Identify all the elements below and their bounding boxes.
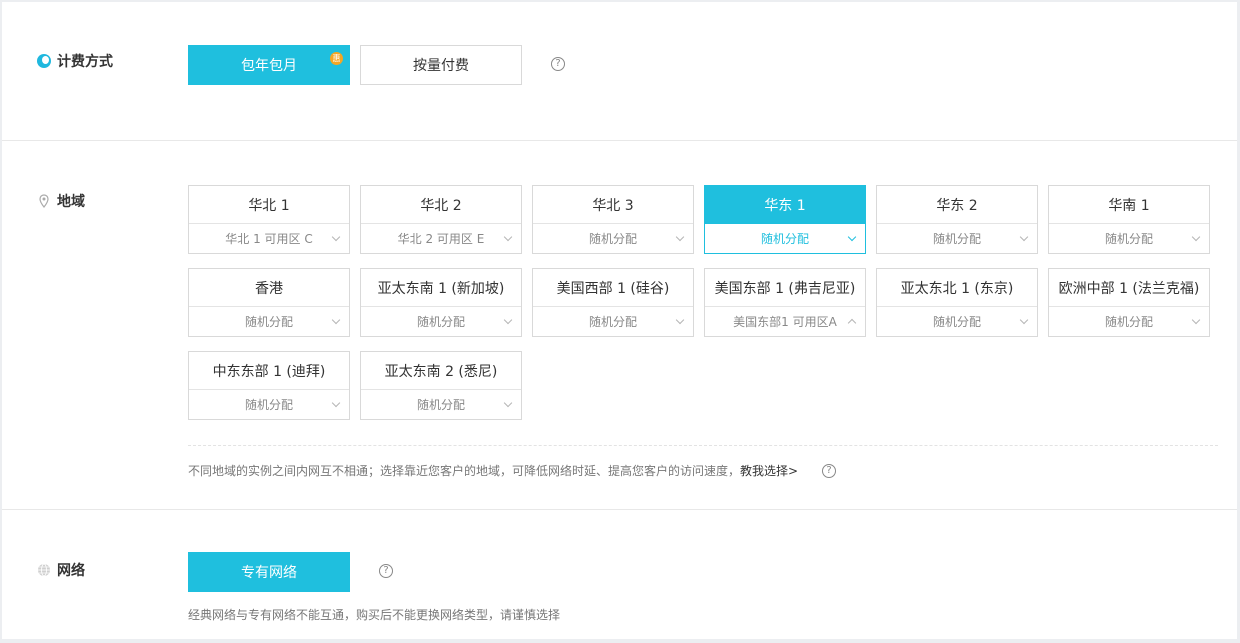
zone-select[interactable]: 随机分配 — [361, 390, 521, 419]
chevron-down-icon — [503, 232, 513, 242]
region-card[interactable]: 亚太东南 1 (新加坡) 随机分配 — [360, 268, 522, 337]
zone-select-value: 随机分配 — [244, 398, 293, 412]
chevron-down-icon — [503, 315, 513, 325]
region-name[interactable]: 华北 3 — [533, 186, 693, 224]
chevron-down-icon — [675, 315, 685, 325]
chevron-down-icon — [1019, 232, 1029, 242]
region-name[interactable]: 亚太东北 1 (东京) — [877, 269, 1037, 307]
region-card[interactable]: 华北 1 华北 1 可用区 C — [188, 185, 350, 254]
region-name[interactable]: 华北 2 — [361, 186, 521, 224]
chevron-down-icon — [1191, 315, 1201, 325]
region-section: 地域 华北 1 华北 1 可用区 C 华北 2 华北 2 可用区 E 华北 3 随机分配华… — [2, 142, 1237, 510]
zone-select[interactable]: 华北 1 可用区 C — [189, 224, 349, 253]
network-help-icon[interactable]: ? — [379, 564, 393, 578]
zone-select[interactable]: 随机分配 — [877, 224, 1037, 253]
region-name[interactable]: 香港 — [189, 269, 349, 307]
region-card[interactable]: 华东 2 随机分配 — [876, 185, 1038, 254]
region-name[interactable]: 华东 2 — [877, 186, 1037, 224]
zone-select[interactable]: 随机分配 — [1049, 307, 1209, 336]
zone-select-value: 美国东部1 可用区A — [733, 315, 837, 329]
billing-option-pay-as-you-go[interactable]: 按量付费 — [360, 45, 522, 85]
zone-select[interactable]: 华北 2 可用区 E — [361, 224, 521, 253]
region-name[interactable]: 美国西部 1 (硅谷) — [533, 269, 693, 307]
region-note-text: 不同地域的实例之间内网互不相通；选择靠近您客户的地域，可降低网络时延、提高您客户… — [188, 464, 741, 478]
zone-select-value: 随机分配 — [244, 315, 293, 329]
region-name[interactable]: 美国东部 1 (弗吉尼亚) — [705, 269, 865, 307]
region-name[interactable]: 华北 1 — [189, 186, 349, 224]
chevron-down-icon — [331, 232, 341, 242]
network-label-text: 网络 — [57, 563, 85, 579]
chevron-down-icon — [331, 398, 341, 408]
zone-select-value: 随机分配 — [416, 398, 465, 412]
zone-select-value: 随机分配 — [588, 232, 637, 246]
billing-section: 计费方式 包年包月 惠 按量付费 ? — [2, 2, 1237, 141]
region-name[interactable]: 华南 1 — [1049, 186, 1209, 224]
location-pin-icon — [37, 194, 51, 208]
globe-icon — [37, 563, 51, 577]
region-card[interactable]: 华北 3 随机分配 — [532, 185, 694, 254]
region-card[interactable]: 欧洲中部 1 (法兰克福) 随机分配 — [1048, 268, 1210, 337]
zone-select[interactable]: 随机分配 — [533, 224, 693, 253]
region-card[interactable]: 亚太东北 1 (东京) 随机分配 — [876, 268, 1038, 337]
zone-select-value: 随机分配 — [932, 315, 981, 329]
region-name[interactable]: 亚太东南 1 (新加坡) — [361, 269, 521, 307]
zone-select-value: 随机分配 — [1104, 232, 1153, 246]
zone-select[interactable]: 美国东部1 可用区A — [705, 307, 865, 336]
discount-badge: 惠 — [330, 52, 343, 65]
zone-select-value: 随机分配 — [416, 315, 465, 329]
region-note: 不同地域的实例之间内网互不相通；选择靠近您客户的地域，可降低网络时延、提高您客户… — [188, 462, 837, 479]
zone-select[interactable]: 随机分配 — [705, 224, 865, 253]
region-label-text: 地域 — [57, 194, 85, 210]
zone-select[interactable]: 随机分配 — [189, 390, 349, 419]
region-card[interactable]: 华北 2 华北 2 可用区 E — [360, 185, 522, 254]
zone-select[interactable]: 随机分配 — [877, 307, 1037, 336]
region-card[interactable]: 华东 1 随机分配 — [704, 185, 866, 254]
billing-label-text: 计费方式 — [57, 54, 113, 70]
region-help-icon[interactable]: ? — [822, 463, 837, 478]
zone-select-value: 随机分配 — [588, 315, 637, 329]
region-divider — [188, 445, 1218, 446]
zone-select[interactable]: 随机分配 — [189, 307, 349, 336]
zone-select[interactable]: 随机分配 — [533, 307, 693, 336]
network-option-label: 专有网络 — [241, 565, 297, 581]
network-note: 经典网络与专有网络不能互通，购买后不能更换网络类型，请谨慎选择 — [188, 608, 561, 622]
chevron-down-icon — [847, 232, 857, 242]
zone-select-value: 随机分配 — [1104, 315, 1153, 329]
region-card[interactable]: 亚太东南 2 (悉尼) 随机分配 — [360, 351, 522, 420]
network-option-vpc[interactable]: 专有网络 — [188, 552, 350, 592]
region-card[interactable]: 香港 随机分配 — [188, 268, 350, 337]
zone-select-value: 华北 2 可用区 E — [397, 232, 485, 246]
zone-select[interactable]: 随机分配 — [1049, 224, 1209, 253]
chevron-up-icon — [847, 318, 857, 328]
zone-select-value: 华北 1 可用区 C — [225, 232, 313, 246]
billing-icon — [37, 54, 51, 68]
network-label: 网络 — [37, 560, 85, 580]
region-label: 地域 — [37, 191, 85, 211]
chevron-down-icon — [675, 232, 685, 242]
region-name[interactable]: 华东 1 — [705, 186, 865, 224]
billing-label: 计费方式 — [37, 51, 113, 71]
chevron-down-icon — [1019, 315, 1029, 325]
billing-option-subscription[interactable]: 包年包月 惠 — [188, 45, 350, 85]
network-section: 网络 专有网络 ? 经典网络与专有网络不能互通，购买后不能更换网络类型，请谨慎选… — [2, 511, 1237, 639]
region-card[interactable]: 华南 1 随机分配 — [1048, 185, 1210, 254]
billing-option-label: 包年包月 — [241, 58, 297, 74]
chevron-down-icon — [331, 315, 341, 325]
zone-select-value: 随机分配 — [760, 232, 809, 246]
region-card[interactable]: 美国西部 1 (硅谷) 随机分配 — [532, 268, 694, 337]
region-guide-link[interactable]: 教我选择> — [740, 462, 798, 479]
chevron-down-icon — [1191, 232, 1201, 242]
billing-option-label: 按量付费 — [413, 58, 469, 74]
region-name[interactable]: 中东东部 1 (迪拜) — [189, 352, 349, 390]
instance-config-page: 计费方式 包年包月 惠 按量付费 ? 地域 华北 1 华北 1 可用区 C 华北 2… — [2, 2, 1237, 639]
zone-select-value: 随机分配 — [932, 232, 981, 246]
zone-select[interactable]: 随机分配 — [361, 307, 521, 336]
region-card[interactable]: 美国东部 1 (弗吉尼亚) 美国东部1 可用区A — [704, 268, 866, 337]
region-name[interactable]: 亚太东南 2 (悉尼) — [361, 352, 521, 390]
billing-help-icon[interactable]: ? — [551, 57, 565, 71]
region-name[interactable]: 欧洲中部 1 (法兰克福) — [1049, 269, 1209, 307]
region-card[interactable]: 中东东部 1 (迪拜) 随机分配 — [188, 351, 350, 420]
chevron-down-icon — [503, 398, 513, 408]
